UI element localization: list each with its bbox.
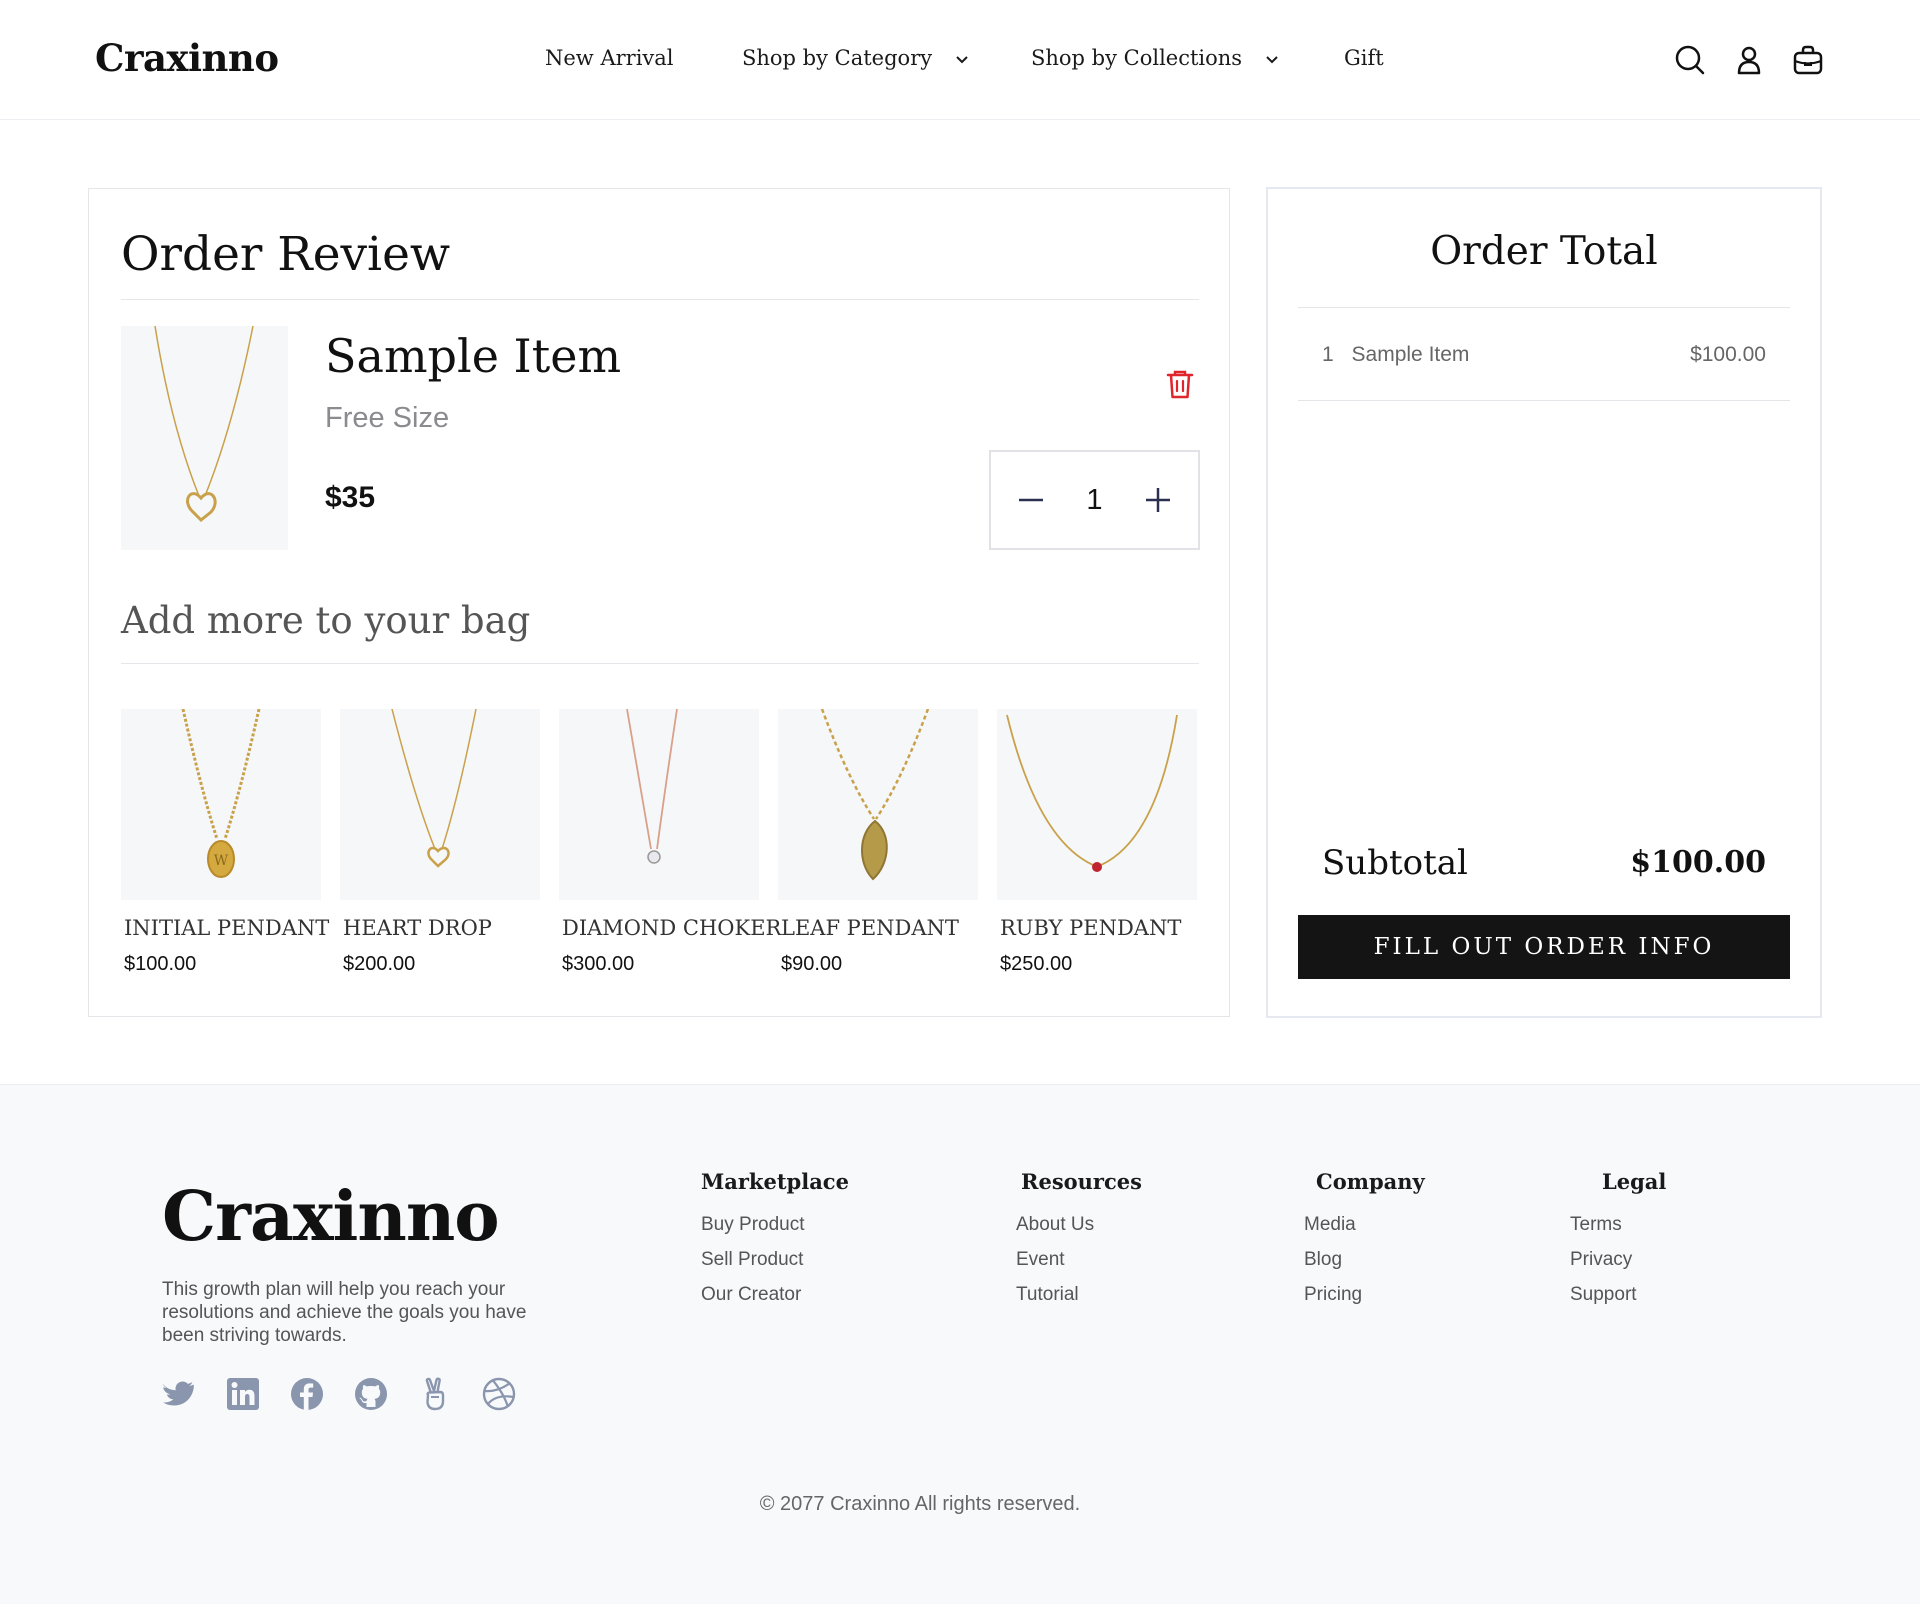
fill-out-order-info-button[interactable]: FILL OUT ORDER INFO — [1298, 915, 1790, 979]
line-item-qty: 1 — [1322, 343, 1334, 366]
footer-link[interactable]: About Us — [1016, 1214, 1142, 1236]
minus-icon[interactable] — [1013, 482, 1049, 518]
add-more-title: Add more to your bag — [121, 599, 531, 642]
copyright-text: © 2077 Craxinno All rights reserved. — [759, 1493, 1081, 1515]
nav-shop-by-category[interactable]: Shop by Category — [742, 46, 969, 70]
order-total-title: Order Total — [1430, 229, 1658, 274]
order-review-title: Order Review — [121, 227, 451, 282]
divider — [121, 663, 1199, 664]
cart-item-name: Sample Item — [325, 329, 622, 383]
social-links — [162, 1377, 516, 1411]
footer-column-title: Marketplace — [701, 1169, 849, 1194]
cart-item-image — [121, 325, 288, 550]
product-name: DIAMOND CHOKER — [562, 916, 782, 940]
product-name: INITIAL PENDANT — [124, 916, 330, 940]
order-line-item: 1 Sample Item $100.00 — [1322, 343, 1766, 367]
footer-link[interactable]: Terms — [1570, 1214, 1666, 1236]
footer-link[interactable]: Pricing — [1304, 1284, 1425, 1306]
github-icon[interactable] — [354, 1377, 388, 1411]
quantity-value: 1 — [1086, 483, 1103, 516]
footer-column-legal: Legal Terms Privacy Support — [1570, 1169, 1666, 1319]
product-image — [340, 708, 540, 900]
nav-new-arrival[interactable]: New Arrival — [545, 46, 674, 70]
nav-shop-by-collections[interactable]: Shop by Collections — [1031, 46, 1279, 70]
footer-link[interactable]: Support — [1570, 1284, 1666, 1306]
product-image — [559, 708, 759, 900]
svg-text:W: W — [214, 853, 229, 869]
chevron-down-icon — [1265, 46, 1279, 70]
footer-column-marketplace: Marketplace Buy Product Sell Product Our… — [701, 1169, 849, 1319]
twitter-icon[interactable] — [162, 1377, 196, 1411]
footer-link[interactable]: Media — [1304, 1214, 1425, 1236]
product-image — [778, 708, 978, 900]
footer-logo[interactable]: Craxinno — [162, 1177, 500, 1257]
footer-link[interactable]: Buy Product — [701, 1214, 849, 1236]
site-footer: Craxinno This growth plan will help you … — [0, 1084, 1920, 1604]
product-card[interactable]: DIAMOND CHOKER $300.00 — [559, 708, 782, 976]
plus-icon[interactable] — [1140, 482, 1176, 518]
user-icon[interactable] — [1733, 44, 1765, 76]
subtotal-value: $100.00 — [1630, 845, 1766, 880]
facebook-icon[interactable] — [290, 1377, 324, 1411]
footer-column-title: Resources — [1021, 1169, 1142, 1194]
site-logo[interactable]: Craxinno — [95, 36, 279, 80]
product-card[interactable]: RUBY PENDANT $250.00 — [997, 709, 1197, 976]
line-item-amount: $100.00 — [1690, 343, 1766, 366]
order-review-card: Order Review Sample Item Free Size $35 1… — [88, 188, 1230, 1017]
nav-label: Shop by Collections — [1031, 46, 1243, 70]
product-price: $100.00 — [124, 953, 197, 975]
site-header: Craxinno New Arrival Shop by Category Sh… — [0, 0, 1920, 120]
cart-item-size: Free Size — [325, 402, 450, 434]
footer-link[interactable]: Blog — [1304, 1249, 1425, 1271]
product-name: HEART DROP — [343, 916, 492, 940]
bag-icon[interactable] — [1792, 44, 1824, 76]
quantity-stepper: 1 — [989, 450, 1200, 550]
product-card[interactable]: HEART DROP $200.00 — [340, 708, 540, 976]
nav-label: New Arrival — [545, 46, 674, 70]
nav-gift[interactable]: Gift — [1344, 46, 1384, 70]
search-icon[interactable] — [1674, 44, 1706, 76]
product-card[interactable]: W INITIAL PENDANT $100.00 — [121, 708, 330, 976]
cart-item-price: $35 — [325, 481, 376, 514]
dribbble-icon[interactable] — [482, 1377, 516, 1411]
peace-icon[interactable] — [418, 1377, 452, 1411]
footer-link[interactable]: Event — [1016, 1249, 1142, 1271]
product-price: $300.00 — [562, 953, 635, 975]
nav-label: Gift — [1344, 46, 1384, 70]
product-price: $250.00 — [1000, 953, 1073, 975]
product-price: $90.00 — [781, 953, 843, 975]
product-name: LEAF PENDANT — [781, 916, 959, 940]
footer-link[interactable]: Sell Product — [701, 1249, 849, 1271]
divider — [121, 299, 1199, 300]
footer-column-title: Company — [1316, 1169, 1425, 1194]
divider — [1298, 400, 1790, 401]
footer-column-company: Company Media Blog Pricing — [1304, 1169, 1425, 1319]
product-image — [997, 709, 1197, 900]
line-item-name: Sample Item — [1351, 343, 1470, 366]
subtotal-label: Subtotal — [1322, 843, 1468, 883]
footer-link[interactable]: Privacy — [1570, 1249, 1666, 1271]
divider — [1298, 307, 1790, 308]
product-card[interactable]: LEAF PENDANT $90.00 — [778, 708, 978, 976]
footer-link[interactable]: Our Creator — [701, 1284, 849, 1306]
footer-column-title: Legal — [1602, 1169, 1667, 1194]
order-total-card: Order Total 1 Sample Item $100.00 Subtot… — [1266, 187, 1822, 1018]
trash-icon[interactable] — [1163, 367, 1197, 401]
footer-link[interactable]: Tutorial — [1016, 1284, 1142, 1306]
linkedin-icon[interactable] — [226, 1377, 260, 1411]
product-image: W — [121, 708, 321, 900]
chevron-down-icon — [955, 46, 969, 70]
footer-column-resources: Resources About Us Event Tutorial — [1016, 1169, 1142, 1319]
product-list: W INITIAL PENDANT $100.00 HEART DROP $20… — [121, 708, 1199, 989]
product-price: $200.00 — [343, 953, 416, 975]
footer-description: This growth plan will help you reach you… — [162, 1279, 527, 1346]
product-name: RUBY PENDANT — [1000, 916, 1182, 940]
nav-label: Shop by Category — [742, 46, 933, 70]
